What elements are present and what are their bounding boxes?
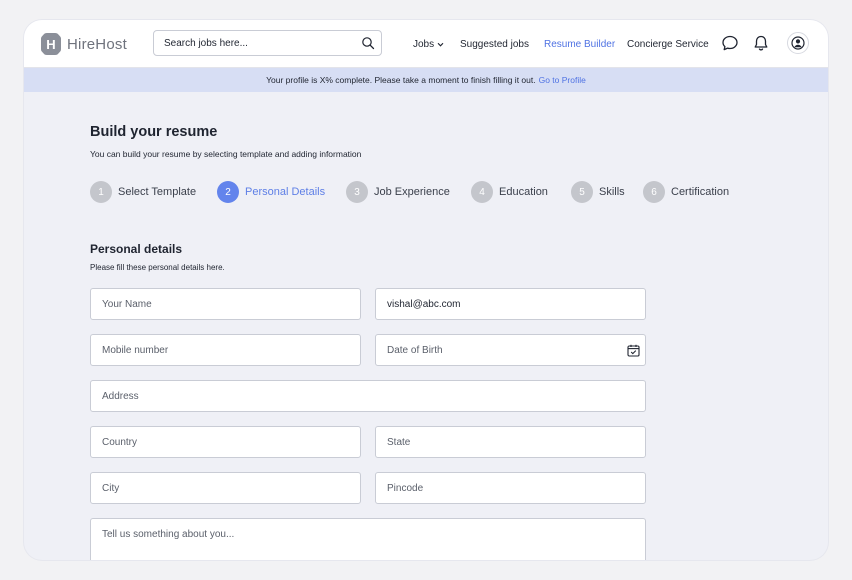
nav-concierge-service[interactable]: Concierge Service xyxy=(627,37,709,51)
section-subtitle: Please fill these personal details here. xyxy=(90,263,225,272)
bell-icon[interactable] xyxy=(752,34,770,52)
chevron-down-icon xyxy=(437,42,444,47)
profile-avatar-button[interactable] xyxy=(787,32,809,54)
address-input[interactable] xyxy=(102,381,616,411)
about-textarea[interactable] xyxy=(102,529,616,549)
page-subtitle: You can build your resume by selecting t… xyxy=(90,149,362,159)
step-number: 1 xyxy=(90,181,112,203)
step-number: 6 xyxy=(643,181,665,203)
step-label: Education xyxy=(499,186,548,198)
city-field-box xyxy=(90,472,361,504)
pincode-input[interactable] xyxy=(387,473,616,503)
address-field-box xyxy=(90,380,646,412)
step-select-template[interactable]: 1 Select Template xyxy=(90,181,196,203)
user-avatar-icon xyxy=(791,36,805,50)
nav-jobs[interactable]: Jobs xyxy=(413,37,445,51)
nav-suggested-jobs[interactable]: Suggested jobs xyxy=(460,37,529,51)
search-box xyxy=(153,30,382,56)
state-input[interactable] xyxy=(387,427,616,457)
step-label: Select Template xyxy=(118,186,197,198)
section-title: Personal details xyxy=(90,242,183,256)
logo-mark-icon: H xyxy=(41,33,61,55)
step-label: Job Experience xyxy=(374,186,450,198)
banner-message: Your profile is X% complete. Please take… xyxy=(266,75,536,85)
mobile-field-box xyxy=(90,334,361,366)
nav-resume-builder[interactable]: Resume Builder xyxy=(544,37,615,51)
step-label: Skills xyxy=(599,186,625,198)
brand-logo[interactable]: H HireHost xyxy=(41,33,127,55)
chat-icon[interactable] xyxy=(721,34,739,52)
page-title: Build your resume xyxy=(90,124,218,140)
app-window: H HireHost Jobs Suggested jobs Resume Bu… xyxy=(24,20,828,560)
state-field-box xyxy=(375,426,646,458)
step-number: 4 xyxy=(471,181,493,203)
step-job-experience[interactable]: 3 Job Experience xyxy=(346,181,450,203)
calendar-icon[interactable] xyxy=(627,344,640,357)
step-education[interactable]: 4 Education xyxy=(471,181,548,203)
name-input[interactable] xyxy=(102,289,331,319)
profile-completion-banner: Your profile is X% complete. Please take… xyxy=(24,68,828,92)
dob-field-box xyxy=(375,334,646,366)
country-input[interactable] xyxy=(102,427,331,457)
step-number: 2 xyxy=(217,181,239,203)
top-header: H HireHost Jobs Suggested jobs Resume Bu… xyxy=(24,20,828,68)
step-personal-details[interactable]: 2 Personal Details xyxy=(217,181,325,203)
search-input[interactable] xyxy=(164,31,344,55)
about-field-box xyxy=(90,518,646,560)
email-field-box xyxy=(375,288,646,320)
country-field-box xyxy=(90,426,361,458)
step-certification[interactable]: 6 Certification xyxy=(643,181,729,203)
nav-jobs-label: Jobs xyxy=(413,38,435,50)
step-label: Certification xyxy=(671,186,730,198)
brand-name: HireHost xyxy=(67,35,127,53)
city-input[interactable] xyxy=(102,473,331,503)
dob-input[interactable] xyxy=(387,335,616,365)
search-icon[interactable] xyxy=(361,36,375,50)
pincode-field-box xyxy=(375,472,646,504)
step-number: 5 xyxy=(571,181,593,203)
mobile-input[interactable] xyxy=(102,335,331,365)
name-field-box xyxy=(90,288,361,320)
step-number: 3 xyxy=(346,181,368,203)
step-skills[interactable]: 5 Skills xyxy=(571,181,625,203)
go-to-profile-link[interactable]: Go to Profile xyxy=(539,75,586,85)
step-label: Personal Details xyxy=(245,186,326,198)
email-input[interactable] xyxy=(387,289,616,319)
